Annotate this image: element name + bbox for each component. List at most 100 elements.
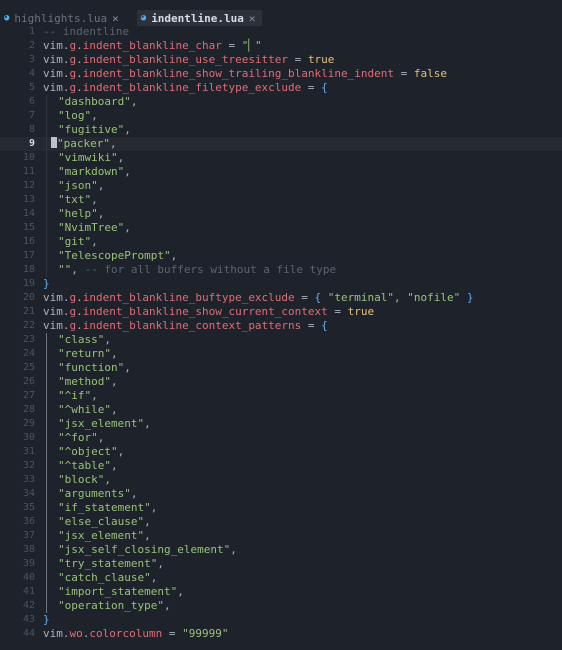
- code-token: false: [413, 67, 448, 80]
- close-icon[interactable]: ×: [249, 12, 256, 25]
- code-line[interactable]: 11 "markdown",: [0, 165, 562, 179]
- line-code: "TelescopePrompt",: [58, 249, 177, 263]
- code-line[interactable]: 1 -- indentline: [0, 25, 562, 39]
- code-line[interactable]: 14 "help",: [0, 207, 562, 221]
- line-number: 5: [28, 82, 35, 93]
- code-token: ,: [104, 473, 111, 486]
- code-token: "^object": [58, 445, 118, 458]
- code-token: true: [347, 305, 375, 318]
- code-line[interactable]: 5 vim.g.indent_blankline_filetype_exclude…: [0, 81, 562, 95]
- line-code: "jsx_element",: [58, 417, 151, 431]
- indent-guide: [46, 193, 47, 207]
- line-code: vim.g.indent_blankline_buftype_exclude =…: [43, 291, 474, 305]
- line-code: "NvimTree",: [58, 221, 131, 235]
- code-line[interactable]: 28 "^while",: [0, 403, 562, 417]
- line-code: "class",: [58, 333, 111, 347]
- close-icon[interactable]: ×: [112, 12, 119, 25]
- tab-indentline[interactable]: ◕ indentline.lua ×: [136, 10, 262, 26]
- indent-guide: [46, 137, 47, 151]
- code-line[interactable]: 13 "txt",: [0, 193, 562, 207]
- code-token: -- for all buffers without a file type: [84, 263, 337, 276]
- code-token: "terminal": [327, 291, 395, 304]
- code-token: .: [62, 39, 70, 52]
- line-number: 33: [22, 474, 35, 485]
- code-token: .: [62, 53, 70, 66]
- code-line[interactable]: 26 "method",: [0, 375, 562, 389]
- code-token: ,: [117, 151, 125, 164]
- code-line[interactable]: 25 "function",: [0, 361, 562, 375]
- code-line[interactable]: 7 "log",: [0, 109, 562, 123]
- line-number: 15: [22, 222, 35, 233]
- code-line[interactable]: 35 "if_statement",: [0, 501, 562, 515]
- indent-guide: [46, 95, 47, 109]
- code-token: }: [43, 277, 50, 290]
- lua-file-icon: ◕: [4, 13, 10, 23]
- code-token: ,: [117, 445, 125, 458]
- code-token: vim: [43, 53, 63, 66]
- code-line[interactable]: 29 "jsx_element",: [0, 417, 562, 431]
- tab-highlights[interactable]: ◕ highlights.lua ×: [0, 10, 125, 26]
- code-line[interactable]: 15 "NvimTree",: [0, 221, 562, 235]
- code-line[interactable]: 41 "import_statement",: [0, 585, 562, 599]
- code-line[interactable]: 2 vim.g.indent_blankline_char = "▏": [0, 39, 562, 53]
- indent-guide: [46, 389, 47, 403]
- code-line[interactable]: 42 "operation_type",: [0, 599, 562, 613]
- code-token: "99999": [182, 627, 229, 640]
- line-code: }: [43, 277, 50, 291]
- line-number: 6: [28, 96, 35, 107]
- code-line[interactable]: 43}: [0, 613, 562, 627]
- code-line[interactable]: 21 vim.g.indent_blankline_show_current_co…: [0, 305, 562, 319]
- code-line[interactable]: 44 vim.wo.colorcolumn = "99999": [0, 627, 562, 641]
- code-line[interactable]: 31 "^object",: [0, 445, 562, 459]
- line-code: "txt",: [58, 193, 98, 207]
- line-number: 32: [22, 460, 35, 471]
- line-code: "block",: [58, 473, 111, 487]
- code-line[interactable]: 20 vim.g.indent_blankline_buftype_exclude…: [0, 291, 562, 305]
- code-token: ,: [97, 431, 105, 444]
- code-line[interactable]: 37 "jsx_element",: [0, 529, 562, 543]
- code-line[interactable]: 6 "dashboard",: [0, 95, 562, 109]
- code-line[interactable]: 40 "catch_clause",: [0, 571, 562, 585]
- code-token: ,: [104, 333, 111, 346]
- code-line[interactable]: 8 "fugitive",: [0, 123, 562, 137]
- line-number: 12: [22, 180, 35, 191]
- line-number: 25: [22, 362, 35, 373]
- code-line[interactable]: 19}: [0, 277, 562, 291]
- line-number: 1: [28, 26, 35, 37]
- code-token: ,: [124, 165, 131, 178]
- line-number: 35: [22, 502, 35, 513]
- code-token: vim: [43, 627, 63, 640]
- code-line[interactable]: 10 "vimwiki",: [0, 151, 562, 165]
- code-token: ,: [91, 235, 98, 248]
- line-code: "if_statement",: [58, 501, 157, 515]
- code-editor[interactable]: 1 -- indentline 2 vim.g.indent_blankline_ch…: [0, 25, 562, 641]
- code-line[interactable]: 32 "^table",: [0, 459, 562, 473]
- code-line[interactable]: 9 "packer",: [0, 137, 562, 151]
- code-line[interactable]: 17 "TelescopePrompt",: [0, 249, 562, 263]
- code-line[interactable]: 4 vim.g.indent_blankline_show_trailing_bl…: [0, 67, 562, 81]
- code-line[interactable]: 34 "arguments",: [0, 487, 562, 501]
- code-token: ,: [110, 403, 118, 416]
- code-token: indent_blankline_context_patterns: [82, 319, 302, 332]
- code-line[interactable]: 22 vim.g.indent_blankline_context_pattern…: [0, 319, 562, 333]
- code-line[interactable]: 18 "", -- for all buffers without a file …: [0, 263, 562, 277]
- code-line[interactable]: 12 "json",: [0, 179, 562, 193]
- indent-guide: [46, 557, 47, 571]
- code-line[interactable]: 36 "else_clause",: [0, 515, 562, 529]
- code-token: vim: [43, 305, 63, 318]
- line-number: 21: [22, 306, 35, 317]
- code-line[interactable]: 38 "jsx_self_closing_element",: [0, 543, 562, 557]
- code-line[interactable]: 23 "class",: [0, 333, 562, 347]
- code-line[interactable]: 16 "git",: [0, 235, 562, 249]
- code-token: =: [288, 53, 308, 66]
- code-line[interactable]: 30 "^for",: [0, 431, 562, 445]
- code-token: =: [294, 291, 315, 304]
- code-line[interactable]: 24 "return",: [0, 347, 562, 361]
- code-line[interactable]: 33 "block",: [0, 473, 562, 487]
- code-token: .: [76, 67, 83, 80]
- code-token: "txt": [58, 193, 92, 206]
- code-line[interactable]: 39 "try_statement",: [0, 557, 562, 571]
- code-token: "NvimTree": [58, 221, 125, 234]
- code-line[interactable]: 3 vim.g.indent_blankline_use_treesitter =…: [0, 53, 562, 67]
- code-line[interactable]: 27 "^if",: [0, 389, 562, 403]
